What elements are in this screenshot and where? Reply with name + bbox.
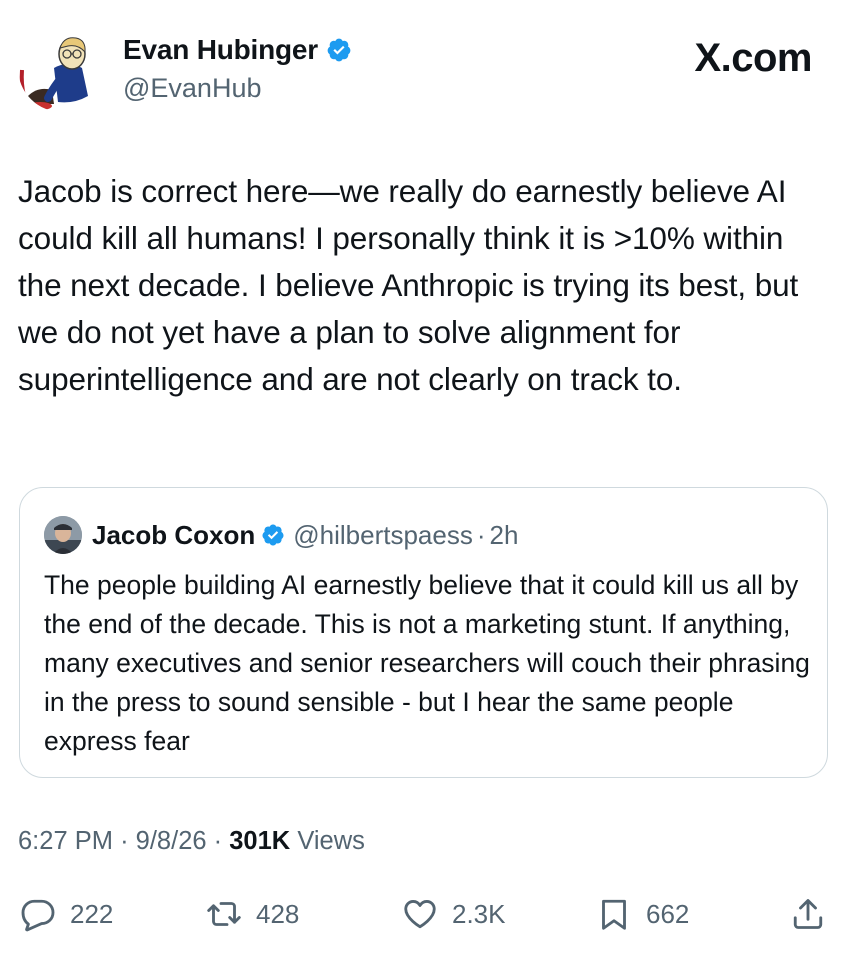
author-avatar-illustration [18,24,106,112]
views-count: 301K [229,827,291,855]
bookmark-icon [602,899,626,930]
reply-icon [21,899,55,932]
reply-count: 222 [70,898,114,929]
quoted-verified-badge-icon [262,524,284,546]
bookmark-button[interactable]: 662 [596,890,689,938]
tweet-author: Evan Hubinger @EvanHub [123,34,352,104]
quoted-author-avatar-photo [44,516,82,554]
quoted-tweet-header: Jacob Coxon @hilbertspaess · 2h [44,516,518,554]
bookmark-count: 662 [646,898,690,929]
brand-logo-text: X.com [694,36,812,80]
tweet-time[interactable]: 6:27 PM [18,827,113,855]
quoted-author-name[interactable]: Jacob Coxon [92,520,255,551]
quoted-separator-dot: · [476,519,486,550]
meta-separator-dot: · [120,827,129,855]
author-handle[interactable]: @EvanHub [123,73,352,104]
like-count: 2.3K [452,898,506,929]
meta-separator-dot: · [213,827,223,855]
repost-count: 428 [256,898,300,929]
verified-badge-icon [327,38,351,62]
share-icon [793,899,823,929]
quoted-author-avatar[interactable] [44,516,82,554]
like-button[interactable]: 2.3K [402,890,506,938]
share-button[interactable] [790,890,826,938]
reply-button[interactable]: 222 [20,890,113,938]
quoted-tweet-text: The people building AI earnestly believe… [44,570,810,756]
quoted-timestamp[interactable]: 2h [490,520,519,551]
tweet-meta: 6:27 PM · 9/8/26 · 301K Views [18,827,365,856]
tweet-text: Jacob is correct here—we really do earne… [18,173,799,397]
author-name-row: Evan Hubinger [123,34,352,66]
like-icon [404,899,436,929]
tweet-action-bar: 222 428 2.3K 662 [0,890,846,938]
quoted-tweet-card[interactable]: Jacob Coxon @hilbertspaess · 2h The peop… [19,487,828,778]
tweet-date[interactable]: 9/8/26 [136,827,207,855]
author-avatar[interactable] [18,24,106,112]
author-name[interactable]: Evan Hubinger [123,34,318,66]
quoted-author-handle[interactable]: @hilbertspaess [293,520,473,551]
repost-button[interactable]: 428 [206,890,299,938]
views-label: Views [297,827,365,855]
repost-icon [207,902,241,926]
